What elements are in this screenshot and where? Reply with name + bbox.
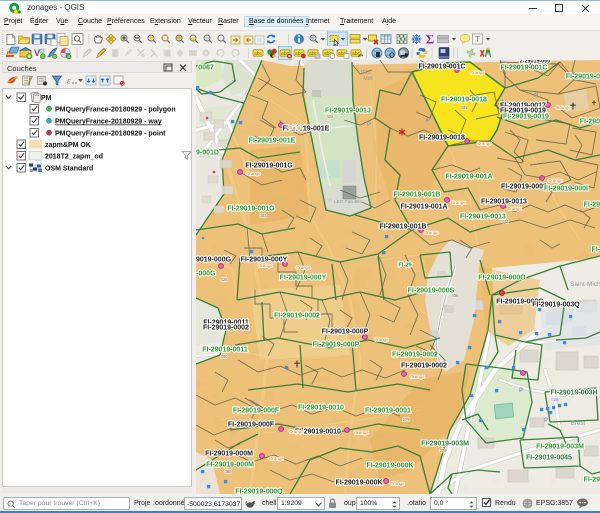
- svg-text:FI-29019-0010: FI-29019-0010: [298, 405, 344, 412]
- svg-text:FI-29019-001A: FI-29019-001A: [445, 174, 492, 181]
- svg-text:FI-29019-001A: FI-29019-001A: [400, 204, 447, 211]
- svg-text:FI-29019-000F: FI-29019-000F: [228, 422, 275, 429]
- svg-text:428: 428: [221, 277, 229, 282]
- svg-text:FI-29: FI-29: [398, 263, 412, 269]
- svg-text:Orange: Orange: [477, 141, 492, 146]
- svg-text:FI-29019-003M: FI-29019-003M: [421, 441, 469, 448]
- svg-text:FI-29019-001G: FI-29019-001G: [227, 206, 275, 213]
- svg-text:Orange: Orange: [374, 337, 389, 342]
- svg-text:FI-29019-001C: FI-29019-001C: [500, 65, 547, 72]
- svg-text:FI-29019-0045: FI-29019-0045: [526, 455, 572, 462]
- svg-text:FI-29019-0003: FI-29019-0003: [501, 184, 547, 191]
- svg-text:385: 385: [225, 469, 233, 474]
- svg-text:PM: PM: [41, 95, 52, 102]
- svg-text:FI-29019-001G: FI-29019-001G: [245, 163, 293, 170]
- svg-text:0067: 0067: [198, 65, 214, 72]
- svg-text:FI-29019-0018: FI-29019-0018: [419, 135, 465, 142]
- svg-text:Orange: Orange: [507, 206, 522, 211]
- svg-text:Orange: Orange: [289, 429, 304, 434]
- svg-text:9-001D: 9-001D: [196, 150, 219, 157]
- svg-text:FI-29019-000Y: FI-29019-000Y: [280, 275, 327, 282]
- svg-text:FI-: FI-: [591, 247, 600, 254]
- svg-text:FI-29019-000M: FI-29019-000M: [206, 462, 254, 469]
- svg-text:zapm&PM OK: zapm&PM OK: [45, 142, 91, 149]
- svg-text:Orange: Orange: [246, 171, 261, 176]
- svg-text:FI-29019-000I: FI-29019-000I: [544, 186, 588, 193]
- svg-text:Orange: Orange: [354, 430, 369, 435]
- svg-text:Orange: Orange: [390, 481, 405, 486]
- svg-text:379: 379: [440, 448, 448, 453]
- svg-text:FI-29019-0019: FI-29019-0019: [503, 114, 549, 121]
- svg-text:FI-29019-0018: FI-29019-0018: [441, 97, 487, 104]
- svg-text:Saint-Mich: Saint-Mich: [570, 281, 600, 288]
- svg-text:PMQueryFrance-20180929 - point: PMQueryFrance-20180929 - point: [55, 131, 166, 138]
- svg-text:390: 390: [221, 354, 229, 359]
- svg-text:9019-000G: 9019-000G: [196, 257, 232, 264]
- svg-text:P: P: [534, 92, 539, 99]
- svg-text:408: 408: [327, 114, 335, 119]
- svg-text:303: 303: [260, 213, 268, 218]
- svg-text:FI-29019-0001: FI-29019-0001: [365, 408, 411, 415]
- svg-text:279: 279: [403, 417, 411, 422]
- svg-text:FI-29019-0002: FI-29019-0002: [392, 352, 438, 359]
- svg-text:FI-29019-003H: FI-29019-003H: [550, 390, 597, 397]
- svg-text:FI-29019-0002: FI-29019-0002: [401, 363, 447, 370]
- svg-text:P: P: [544, 418, 548, 424]
- svg-text:Orange: Orange: [470, 70, 485, 75]
- svg-text:LBO Facultés: LBO Facultés: [334, 199, 363, 204]
- svg-text:FI-29: FI-29: [584, 202, 600, 209]
- svg-text:FI-290: FI-290: [580, 119, 600, 126]
- svg-text:Orange: Orange: [424, 230, 439, 235]
- svg-text:FI-29019-001C: FI-29019-001C: [418, 64, 465, 71]
- svg-text:FI-29019-000O: FI-29019-000O: [478, 275, 526, 282]
- svg-text:FI-29019-003Q: FI-29019-003Q: [532, 302, 580, 309]
- svg-text:FI-29019-0011: FI-29019-0011: [202, 347, 248, 354]
- svg-text:P: P: [519, 388, 523, 394]
- svg-text:FI-29019-001B: FI-29019-001B: [379, 224, 426, 231]
- svg-text:T: T: [475, 35, 480, 44]
- svg-text:FI-29019-001B: FI-29019-001B: [393, 192, 440, 199]
- svg-text:FI-29019-000P: FI-29019-000P: [313, 342, 360, 349]
- svg-text:FI-29019-0013: FI-29019-0013: [460, 214, 506, 221]
- svg-text:442: 442: [502, 219, 510, 224]
- svg-text:FI-29019-000P: FI-29019-000P: [322, 329, 369, 336]
- svg-text:FI-29019-000K: FI-29019-000K: [335, 480, 382, 487]
- svg-text:FI-29019-0002: FI-29019-0002: [203, 325, 249, 332]
- svg-text:FI-29: FI-29: [584, 477, 600, 484]
- svg-text:Méli: Méli: [363, 76, 372, 82]
- svg-text:FI-29019-000S: FI-29019-000S: [408, 288, 455, 295]
- svg-text:Brest: Brest: [571, 421, 585, 427]
- svg-text:FI-29019-000K: FI-29019-000K: [366, 463, 413, 470]
- svg-text:V: V: [34, 48, 40, 58]
- svg-text:FI-29019-0002: FI-29019-0002: [274, 313, 320, 320]
- svg-text:406: 406: [452, 293, 460, 298]
- svg-text:FI-29019-003M: FI-29019-003M: [536, 444, 584, 451]
- svg-text:Orange: Orange: [288, 125, 303, 130]
- svg-text:Orange: Orange: [451, 200, 466, 205]
- svg-text:PMQueryFrance-20180929 - polyg: PMQueryFrance-20180929 - polygon: [55, 107, 176, 114]
- svg-text:401: 401: [461, 105, 469, 110]
- svg-text:-000G: -000G: [196, 271, 216, 278]
- svg-text:2-29019-000: 2-29019-000: [520, 60, 551, 65]
- svg-text:FI-29019-001E: FI-29019-001E: [249, 138, 296, 145]
- svg-text:FI-29019-000M: FI-29019-000M: [205, 451, 253, 458]
- svg-text:P: P: [367, 121, 372, 128]
- svg-text:Σ: Σ: [426, 32, 435, 47]
- svg-text:Orange: Orange: [296, 265, 311, 270]
- svg-text:FI-29019-000F: FI-29019-000F: [233, 408, 280, 415]
- svg-text:P: P: [426, 117, 431, 124]
- svg-text:abc: abc: [254, 51, 263, 57]
- svg-text:PMQueryFrance-20180929 - way: PMQueryFrance-20180929 - way: [55, 119, 162, 126]
- svg-text:FI-29019-0013: FI-29019-0013: [481, 199, 527, 206]
- svg-text:Orange: Orange: [548, 178, 563, 183]
- svg-text:FI-29019-0: FI-29019-0: [566, 74, 600, 81]
- svg-text:Orange: Orange: [269, 456, 284, 461]
- svg-text:2018T2_zapm_od: 2018T2_zapm_od: [45, 154, 103, 161]
- svg-text:OSM Standard: OSM Standard: [45, 166, 93, 173]
- svg-text:Orange: Orange: [556, 105, 571, 110]
- svg-text:418: 418: [551, 397, 559, 402]
- svg-text:Orange: Orange: [410, 374, 425, 379]
- svg-text:ε: ε: [67, 76, 71, 86]
- svg-text:Orange: Orange: [258, 263, 273, 268]
